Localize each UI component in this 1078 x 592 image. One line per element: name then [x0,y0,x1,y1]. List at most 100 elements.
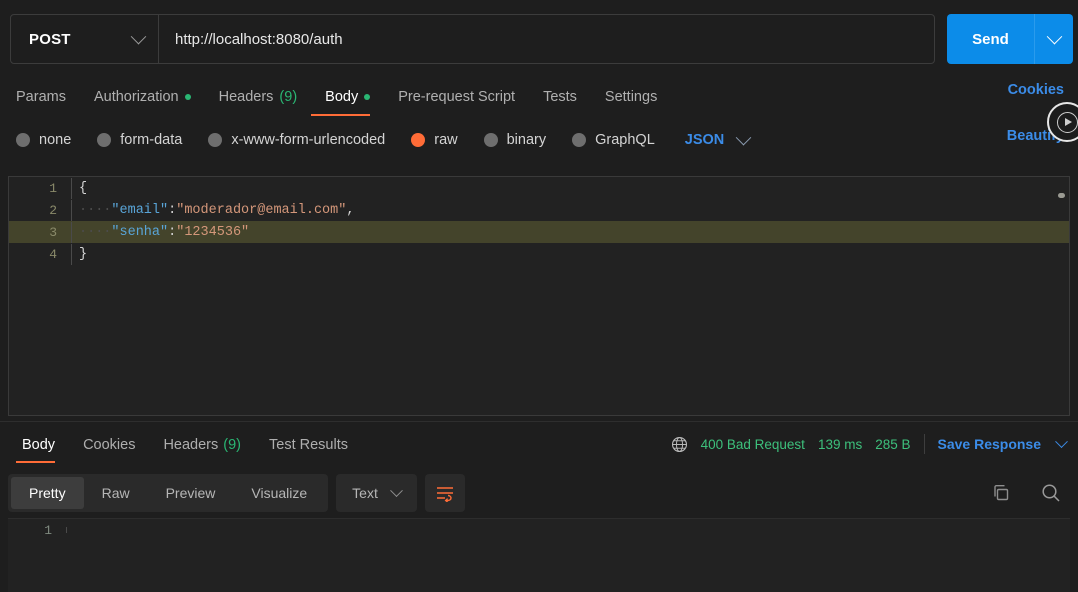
view-mode-preview[interactable]: Preview [148,477,234,509]
body-type-binary[interactable]: binary [483,132,547,148]
chevron-down-icon [130,28,147,44]
body-type-label: binary [506,132,547,148]
request-tab-params[interactable]: Params [16,78,80,116]
tab-label: Body [22,437,56,453]
response-tab-headers[interactable]: Headers (9) [149,427,255,463]
tab-label: Authorization [93,89,179,105]
response-format-select[interactable]: Text [336,474,417,512]
editor-scrollbar-track[interactable] [1058,179,1065,415]
request-code-lines: 1{2 ····"email":"moderador@email.com", 3 ··… [9,177,1069,265]
chevron-down-icon [1046,28,1062,44]
url-input[interactable]: http://localhost:8080/auth [159,15,934,63]
request-tab-headers[interactable]: Headers (9) [205,78,312,116]
body-type-radio-row: none form-data x-www-form-urlencoded raw bin… [0,122,1078,158]
tab-label: Test Results [269,437,348,453]
copy-icon[interactable] [990,482,1012,504]
radio-icon [572,133,587,147]
send-button[interactable]: Send [947,14,1035,64]
radio-icon [16,133,30,147]
chevron-down-icon [735,129,752,145]
modified-dot-icon [184,94,191,100]
request-tab-bar: Params Authorization Headers (9) Body Pre-req… [0,76,1078,116]
tab-label: Settings [604,89,658,105]
view-mode-raw[interactable]: Raw [84,477,148,509]
token-brace: { [79,180,88,196]
code-line: 2 ····"email":"moderador@email.com", [9,199,1069,221]
response-tab-body[interactable]: Body [8,427,69,463]
tab-label: Headers [218,89,274,105]
editor-scrollbar-thumb[interactable] [1058,193,1065,198]
request-tab-authorization[interactable]: Authorization [80,78,205,116]
body-type-x-www-form-urlencoded[interactable]: x-www-form-urlencoded [208,132,385,148]
http-method-label: POST [29,30,71,48]
http-method-select[interactable]: POST [11,15,159,63]
body-type-graphql[interactable]: GraphQL [572,132,655,148]
cookies-link[interactable]: Cookies [1008,82,1064,98]
response-view-mode-group: Pretty Raw Preview Visualize [8,474,329,512]
code-text: } [71,243,87,265]
token-pun: , [346,202,355,218]
view-mode-pretty[interactable]: Pretty [11,477,84,509]
code-line: 4} [9,243,1069,265]
code-text: ····"senha":"1234536" [71,221,250,243]
code-line: 3 ····"senha":"1234536" [9,221,1069,243]
token-str: "moderador@email.com" [176,202,347,218]
request-body-editor[interactable]: 1{2 ····"email":"moderador@email.com", 3 ··… [8,176,1070,416]
response-format-label: Text [352,485,378,501]
send-button-group: Send [947,14,1073,64]
response-view-toolbar: Pretty Raw Preview Visualize Text [8,474,465,512]
response-size: 285 B [875,436,911,452]
line-number: 1 [44,522,52,538]
response-tab-test-results[interactable]: Test Results [255,427,362,463]
indent-guide: ···· [79,202,112,218]
save-response-button[interactable]: Save Response [938,436,1042,452]
body-type-none[interactable]: none [16,132,71,148]
body-type-form-data[interactable]: form-data [97,132,182,148]
token-key: "senha" [111,224,169,240]
chevron-down-icon [1054,434,1068,448]
line-number: 4 [49,246,57,262]
tab-count-badge: (9) [223,437,241,453]
line-number: 3 [49,224,57,240]
tab-label: Body [325,89,359,105]
token-str: "1234536" [176,224,250,240]
send-options-button[interactable] [1035,14,1073,64]
wrap-lines-glyph [436,487,453,502]
response-meta: 400 Bad Request 139 ms 285 B Save Respon… [671,432,1068,456]
tab-label: Pre-request Script [398,89,516,105]
tab-label: Cookies [83,437,136,453]
request-tab-tests[interactable]: Tests [529,78,591,116]
code-line: 1{ [9,177,1069,199]
request-tab-pre-request-script[interactable]: Pre-request Script [384,78,529,116]
request-tab-settings[interactable]: Settings [591,78,671,116]
tab-label: Headers [163,437,219,453]
wrap-lines-icon[interactable] [424,474,465,512]
save-response-options-button[interactable] [1054,434,1068,449]
body-type-label: none [39,132,72,148]
code-text: { [71,177,88,199]
play-triangle [1064,118,1072,126]
response-time: 139 ms [817,436,863,452]
body-type-label: raw [434,132,458,148]
raw-format-select[interactable]: JSON [685,129,752,148]
response-body-viewer[interactable]: 1 [8,518,1070,592]
token-key: "email" [111,202,169,218]
search-glyph [1042,484,1060,502]
radio-icon [97,133,112,147]
view-mode-visualize[interactable]: Visualize [233,477,325,509]
request-url-bar-row: POST http://localhost:8080/auth Send [0,0,1078,78]
radio-icon [208,133,223,147]
copy-glyph [994,485,1009,501]
response-tab-cookies[interactable]: Cookies [69,427,149,463]
tab-label: Params [16,89,66,105]
indent-guide: ···· [79,224,112,240]
url-bar: POST http://localhost:8080/auth [10,14,935,64]
modified-dot-icon [364,94,371,100]
response-action-icons [990,474,1062,512]
radio-icon [411,133,426,147]
search-icon[interactable] [1040,482,1062,504]
body-type-raw[interactable]: raw [411,132,458,148]
meta-separator [923,434,925,454]
body-type-label: x-www-form-urlencoded [231,132,386,148]
request-tab-body[interactable]: Body [311,78,384,116]
